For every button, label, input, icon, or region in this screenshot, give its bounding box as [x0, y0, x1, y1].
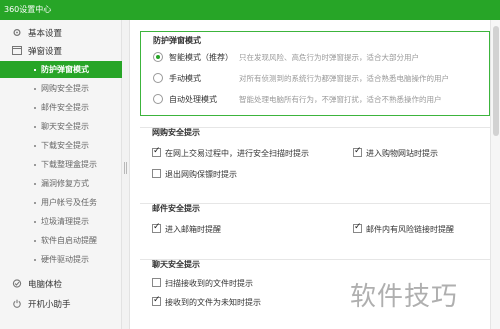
sidebar-item-label: 软件自启动提醒 — [41, 236, 97, 245]
sidebar-item-label: 下载安全提示 — [41, 141, 89, 150]
section-title: 防护弹窗模式 — [153, 36, 201, 45]
checkbox[interactable] — [152, 295, 161, 306]
sidebar-item-shopping[interactable]: 网购安全提示 — [0, 80, 122, 97]
bullet-icon — [34, 202, 36, 204]
checkbox-label: 扫描接收到的文件时提示 — [165, 279, 253, 288]
sidebar-item-label: 漏洞修复方式 — [41, 179, 89, 188]
radio-label: 智能模式（推荐） — [169, 53, 233, 62]
section-title: 聊天安全提示 — [152, 260, 200, 269]
bullet-icon — [34, 126, 36, 128]
vertical-scrollbar[interactable] — [490, 20, 500, 329]
checkbox-label: 退出网购保镖时提示 — [165, 170, 237, 179]
sidebar-item-cleanup[interactable]: 垃圾清理提示 — [0, 213, 122, 230]
sidebar-item-protection-mode[interactable]: 防护弹窗模式 — [0, 61, 122, 78]
sidebar-item-label: 垃圾清理提示 — [41, 217, 89, 226]
sidebar-item-label: 邮件安全提示 — [41, 103, 89, 112]
sidebar-item-download[interactable]: 下载安全提示 — [0, 137, 122, 154]
sidebar-item-label: 防护弹窗模式 — [41, 65, 89, 74]
checkbox[interactable] — [152, 169, 161, 178]
sidebar-category-label: 电脑体检 — [28, 280, 63, 290]
section-title: 邮件安全提示 — [152, 204, 200, 213]
bullet-icon — [34, 69, 36, 71]
sidebar-item-label: 下载整理盒提示 — [41, 160, 97, 169]
sidebar-category-label: 基本设置 — [28, 29, 63, 39]
sidebar-category-checkup[interactable]: 电脑体检 — [0, 273, 122, 293]
bullet-icon — [34, 259, 36, 261]
watermark-text: 软件技巧 — [350, 282, 459, 312]
checkbox[interactable] — [152, 146, 161, 157]
bullet-icon — [34, 240, 36, 242]
sidebar-item-accounts[interactable]: 用户帐号及任务 — [0, 194, 122, 211]
bullet-icon — [34, 145, 36, 147]
radio-button[interactable] — [153, 94, 163, 104]
checkup-icon — [12, 279, 22, 288]
sidebar-item-driver[interactable]: 硬件驱动提示 — [0, 251, 122, 268]
radio-button[interactable] — [153, 52, 163, 62]
bullet-icon — [34, 221, 36, 223]
checkbox-label: 进入邮箱时提醒 — [165, 225, 221, 234]
sidebar-category-label: 开机小助手 — [28, 300, 71, 310]
bullet-icon — [34, 164, 36, 166]
radio-label: 自动处理模式 — [169, 95, 217, 104]
sidebar-item-label: 硬件驱动提示 — [41, 255, 89, 264]
mail-safety-section: 邮件安全提示 进入邮箱时提醒 邮件内有风险链接时提醒 — [140, 203, 490, 253]
checkbox-label: 进入购物网站时提示 — [366, 149, 438, 158]
checkbox[interactable] — [152, 222, 161, 233]
window-icon — [12, 46, 22, 55]
title-bar: 360设置中心 — [0, 0, 500, 20]
checkbox[interactable] — [353, 222, 362, 233]
sidebar-item-mail[interactable]: 邮件安全提示 — [0, 99, 122, 116]
bullet-icon — [34, 183, 36, 185]
sidebar-item-autostart[interactable]: 软件自启动提醒 — [0, 232, 122, 249]
scrollbar-thumb[interactable] — [493, 26, 499, 136]
protection-mode-section: 防护弹窗模式 智能模式（推荐） 只在发现风险、高危行为时弹窗提示，适合大部分用户… — [140, 31, 490, 116]
checkbox-label: 接收到的文件为未知时提示 — [165, 298, 261, 307]
sidebar: 基本设置 弹窗设置 防护弹窗模式 网购安全提示 邮件安全提示 聊天安全提示 下载… — [0, 20, 122, 329]
radio-description: 对所有侦测到的系统行为都弹窗提示，适合熟悉电脑操作的用户 — [239, 74, 449, 83]
radio-label: 手动模式 — [169, 74, 201, 83]
sidebar-item-chat[interactable]: 聊天安全提示 — [0, 118, 122, 135]
sidebar-item-label: 用户帐号及任务 — [41, 198, 97, 207]
checkbox-label: 邮件内有风险链接时提醒 — [366, 225, 454, 234]
radio-description: 只在发现风险、高危行为时弹窗提示，适合大部分用户 — [239, 53, 419, 62]
sidebar-category-startup[interactable]: 开机小助手 — [0, 293, 122, 313]
sidebar-category-basic[interactable]: 基本设置 — [0, 22, 122, 42]
power-icon — [13, 299, 21, 308]
sidebar-item-download-box[interactable]: 下载整理盒提示 — [0, 156, 122, 173]
checkbox[interactable] — [152, 278, 161, 287]
radio-description: 智能处理电脑所有行为，不弹窗打扰，适合不熟悉操作的用户 — [239, 95, 442, 104]
sidebar-item-label: 网购安全提示 — [41, 84, 89, 93]
window-title: 360设置中心 — [4, 5, 52, 14]
shopping-safety-section: 网购安全提示 在网上交易过程中，进行安全扫描时提示 进入购物网站时提示 退出网购… — [140, 127, 490, 197]
sidebar-item-patch[interactable]: 漏洞修复方式 — [0, 175, 122, 192]
section-title: 网购安全提示 — [152, 128, 200, 137]
sidebar-item-label: 聊天安全提示 — [41, 122, 89, 131]
sidebar-category-label: 弹窗设置 — [28, 47, 63, 57]
checkbox[interactable] — [353, 146, 362, 157]
gear-icon — [13, 28, 21, 37]
bullet-icon — [34, 107, 36, 109]
bullet-icon — [34, 88, 36, 90]
radio-button[interactable] — [153, 73, 163, 83]
checkbox-label: 在网上交易过程中，进行安全扫描时提示 — [165, 149, 309, 158]
sidebar-category-popup[interactable]: 弹窗设置 — [0, 40, 122, 60]
splitter[interactable] — [122, 20, 130, 329]
splitter-grip[interactable] — [124, 162, 127, 174]
